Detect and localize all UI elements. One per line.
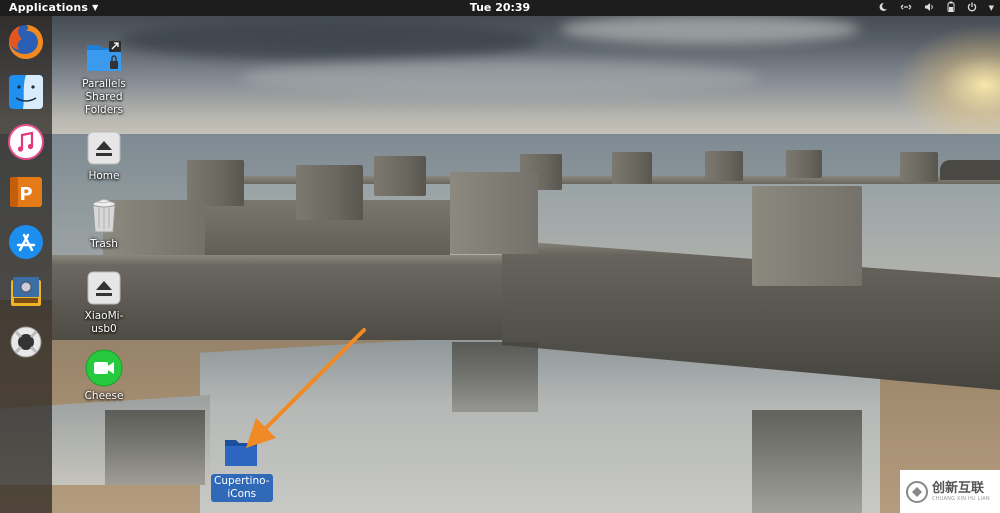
dock-item-help[interactable] [6, 322, 46, 362]
night-light-icon [878, 2, 888, 15]
battery-icon [947, 1, 955, 15]
power-icon [967, 2, 977, 15]
applications-menu[interactable]: Applications ▼ [9, 1, 98, 14]
trash-icon [84, 196, 124, 236]
wallpaper-block [752, 186, 862, 286]
top-bar: Applications ▼ Tue 20:39 ▼ [0, 0, 1000, 16]
logo-icon [906, 480, 928, 503]
desktop-icon-label: Cupertino- iCons [211, 474, 273, 502]
watermark-logo: 创新互联 CHUANG XIN HU LIAN [900, 470, 1000, 513]
network-icon [900, 2, 912, 15]
desktop-icon-parallels-shared-folders[interactable]: Parallels Shared Folders [74, 36, 134, 117]
system-tray[interactable]: ▼ [878, 0, 994, 16]
wallpaper-block [705, 151, 743, 181]
dock-item-itunes[interactable] [6, 122, 46, 162]
eject-drive-icon [84, 128, 124, 168]
app-store-icon [9, 225, 43, 259]
desktop-icon-label: Home [88, 170, 120, 182]
wallpaper-rock [940, 160, 1000, 180]
desktop-icon-label: Parallels Shared Folders [82, 78, 126, 116]
wallpaper-block [900, 152, 938, 182]
dock-item-presentation[interactable]: P [6, 172, 46, 212]
dock-item-app-store[interactable] [6, 222, 46, 262]
desktop-icon-label: XiaoMi- usb0 [84, 310, 124, 335]
lifebuoy-icon [10, 326, 42, 358]
desktop-icon-trash[interactable]: Trash [74, 196, 134, 251]
presentation-icon: P [10, 177, 42, 207]
wallpaper-reflection [752, 410, 862, 513]
wallpaper-reflection [452, 342, 538, 412]
finder-icon [9, 75, 43, 109]
applications-label: Applications [9, 1, 89, 14]
desktop-icon-label: Cheese [84, 390, 124, 402]
launcher-dock: P [0, 16, 52, 513]
watermark-subtext: CHUANG XIN HU LIAN [932, 495, 990, 502]
desktop-icon-home[interactable]: Home [74, 128, 134, 183]
wallpaper-reflection [105, 410, 205, 485]
wallpaper-block [786, 150, 822, 178]
folder-icon [221, 432, 261, 472]
clock[interactable]: Tue 20:39 [470, 1, 530, 14]
camera-icon [84, 348, 124, 388]
eject-drive-icon [84, 268, 124, 308]
chevron-down-icon: ▼ [988, 4, 994, 12]
desktop-icon-cheese[interactable]: Cheese [74, 348, 134, 403]
dock-item-firefox[interactable] [6, 22, 46, 62]
firefox-icon [9, 25, 43, 59]
wallpaper-cloud [560, 14, 860, 44]
volume-icon [924, 2, 935, 15]
dock-item-preview[interactable] [6, 272, 46, 312]
desktop-icon-label: Trash [90, 238, 118, 250]
music-icon [8, 124, 44, 160]
desktop-icon-xiaomi-usb0[interactable]: XiaoMi- usb0 [74, 268, 134, 336]
wallpaper-cloud [240, 60, 760, 96]
wallpaper-cloud [120, 20, 540, 60]
desktop-wallpaper [0, 0, 1000, 513]
wallpaper-block [296, 165, 363, 220]
preview-icon [11, 277, 41, 306]
dock-item-finder[interactable] [6, 72, 46, 112]
watermark-text: 创新互联 [932, 480, 985, 496]
chevron-down-icon: ▼ [92, 3, 99, 12]
wallpaper-block [612, 152, 652, 184]
desktop-icon-cupertino-icons[interactable]: Cupertino- iCons [211, 432, 273, 502]
svg-text:P: P [19, 184, 32, 205]
wallpaper-block [374, 156, 426, 196]
shared-folder-icon [84, 36, 124, 76]
wallpaper-block [450, 172, 538, 254]
